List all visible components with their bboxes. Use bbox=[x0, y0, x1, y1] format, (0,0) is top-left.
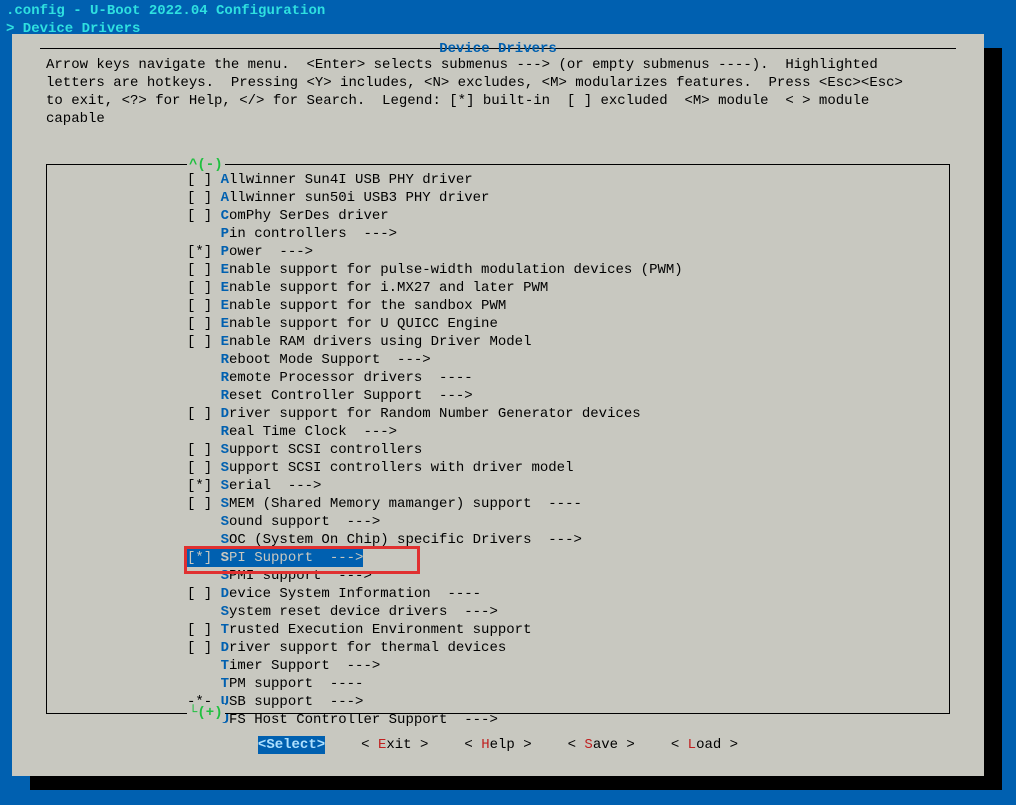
exit-button[interactable]: < Exit > bbox=[361, 736, 428, 754]
help-button[interactable]: < Help > bbox=[464, 736, 531, 754]
main-panel: Device Drivers Arrow keys navigate the m… bbox=[12, 34, 984, 776]
menu-item[interactable]: [*] Power ---> bbox=[47, 243, 949, 261]
menu-item[interactable]: Remote Processor drivers ---- bbox=[47, 369, 949, 387]
menu-item[interactable]: SPMI support ---> bbox=[47, 567, 949, 585]
menu-item[interactable]: [ ] ComPhy SerDes driver bbox=[47, 207, 949, 225]
menu-item[interactable]: [ ] Allwinner sun50i USB3 PHY driver bbox=[47, 189, 949, 207]
save-button[interactable]: < Save > bbox=[568, 736, 635, 754]
menu-item[interactable]: UFS Host Controller Support ---> bbox=[47, 711, 949, 729]
menu-item[interactable]: -*- USB support ---> bbox=[47, 693, 949, 711]
instructions: Arrow keys navigate the menu. <Enter> se… bbox=[46, 56, 950, 128]
menu-item[interactable]: [ ] Allwinner Sun4I USB PHY driver bbox=[47, 171, 949, 189]
menu-item[interactable]: System reset device drivers ---> bbox=[47, 603, 949, 621]
menu-item[interactable]: [ ] Driver support for thermal devices bbox=[47, 639, 949, 657]
menu-item[interactable]: Pin controllers ---> bbox=[47, 225, 949, 243]
menu-item[interactable]: Reset Controller Support ---> bbox=[47, 387, 949, 405]
menu-item[interactable]: [ ] Enable support for pulse-width modul… bbox=[47, 261, 949, 279]
menu-item[interactable]: [ ] Device System Information ---- bbox=[47, 585, 949, 603]
menu-item[interactable]: [*] Serial ---> bbox=[47, 477, 949, 495]
scroll-down-indicator[interactable]: └(+) bbox=[187, 704, 225, 722]
menu-item[interactable]: [*] SPI Support ---> bbox=[47, 549, 949, 567]
button-bar: <Select> < Exit > < Help > < Save > < Load > bbox=[12, 736, 984, 754]
menu-item[interactable]: Sound support ---> bbox=[47, 513, 949, 531]
menu-item[interactable]: [ ] SMEM (Shared Memory mamanger) suppor… bbox=[47, 495, 949, 513]
menu-item[interactable]: Real Time Clock ---> bbox=[47, 423, 949, 441]
menu-item[interactable]: TPM support ---- bbox=[47, 675, 949, 693]
menu-item[interactable]: SOC (System On Chip) specific Drivers --… bbox=[47, 531, 949, 549]
menu-item[interactable]: [ ] Driver support for Random Number Gen… bbox=[47, 405, 949, 423]
window-title: .config - U-Boot 2022.04 Configuration bbox=[0, 0, 1016, 20]
menu-item[interactable]: [ ] Trusted Execution Environment suppor… bbox=[47, 621, 949, 639]
menu-item[interactable]: [ ] Enable RAM drivers using Driver Mode… bbox=[47, 333, 949, 351]
menu-item[interactable]: Timer Support ---> bbox=[47, 657, 949, 675]
menu-item[interactable]: [ ] Enable support for U QUICC Engine bbox=[47, 315, 949, 333]
menu-listbox[interactable]: ^(-) [ ] Allwinner Sun4I USB PHY driver[… bbox=[46, 164, 950, 714]
menu-item[interactable]: Reboot Mode Support ---> bbox=[47, 351, 949, 369]
menu-item[interactable]: [ ] Enable support for the sandbox PWM bbox=[47, 297, 949, 315]
menu-item[interactable]: [ ] Support SCSI controllers bbox=[47, 441, 949, 459]
menu-item[interactable]: [ ] Support SCSI controllers with driver… bbox=[47, 459, 949, 477]
menu-item[interactable]: [ ] Enable support for i.MX27 and later … bbox=[47, 279, 949, 297]
load-button[interactable]: < Load > bbox=[671, 736, 738, 754]
select-button[interactable]: <Select> bbox=[258, 736, 325, 754]
